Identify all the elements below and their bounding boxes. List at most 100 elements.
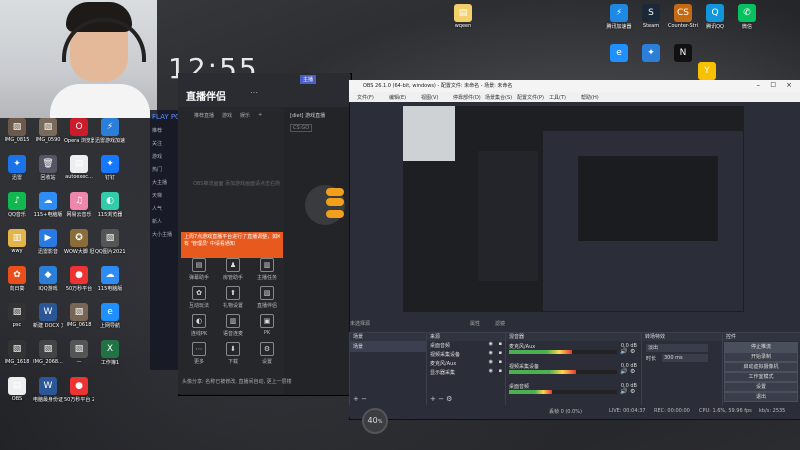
obs-control-button[interactable]: 设置: [724, 382, 798, 392]
desktop-icon[interactable]: ▧ IMG_1618: [2, 340, 32, 365]
side-list-item[interactable]: 大主播: [150, 176, 180, 189]
side-list-item[interactable]: FLAY PG: [150, 110, 180, 124]
source-item[interactable]: 桌面音频 ◉ ▪: [427, 341, 505, 350]
desktop-icon[interactable]: ▤ OBS: [2, 377, 32, 402]
lock-icon[interactable]: ▪: [499, 350, 502, 356]
game-tag[interactable]: CS:GO: [290, 124, 313, 132]
desktop-icon[interactable]: ⚡ 腾讯加速器: [604, 4, 634, 30]
desktop-icon[interactable]: ▧ psc: [2, 303, 32, 328]
obs-menu-item[interactable]: 文件(F): [357, 94, 374, 101]
desktop-icon[interactable]: ▥ wwy: [2, 229, 32, 254]
desktop-icon[interactable]: Q 腾讯QQ: [700, 4, 730, 30]
side-list-item[interactable]: 游戏: [150, 150, 180, 163]
obs-control-button[interactable]: 开始录制: [724, 352, 798, 362]
filters-label[interactable]: 滤镜: [495, 320, 505, 327]
add-source-icon[interactable]: + − ⚙: [430, 395, 452, 403]
desktop-icon[interactable]: ☁ 115电脑版: [95, 266, 125, 292]
side-list-item[interactable]: 大小主播: [150, 228, 180, 241]
desktop-icon[interactable]: ⚡ 迅雷游戏加速: [95, 118, 125, 144]
source-item[interactable]: 麦克风/Aux ◉ ▪: [427, 359, 505, 368]
source-item[interactable]: 显示器采集 ◉ ▪: [427, 368, 505, 377]
eye-icon[interactable]: ◉: [489, 368, 493, 374]
desktop-icon[interactable]: ▶ 迅雷影音: [33, 229, 63, 255]
tool-button[interactable]: ▥ 主播任务: [252, 258, 282, 281]
menu-icon[interactable]: ⋯: [250, 88, 258, 97]
desktop-icon[interactable]: ☁ 115+电脑版: [33, 192, 63, 218]
desktop-icon[interactable]: ▧ IMG_2068...: [33, 340, 63, 365]
eye-icon[interactable]: ◉: [489, 341, 493, 347]
gear-icon[interactable]: ⚙: [630, 388, 635, 395]
desktop-icon[interactable]: W 新建 DOCX 文档: [33, 303, 63, 329]
properties-label[interactable]: 属性: [470, 320, 480, 327]
obs-menu-item[interactable]: 场景集合(S): [485, 94, 512, 101]
lock-icon[interactable]: ▪: [499, 341, 502, 347]
lock-icon[interactable]: ▪: [499, 368, 502, 374]
live-toggle-icon[interactable]: [326, 198, 344, 206]
tool-button[interactable]: ▥ 语音连麦: [218, 314, 248, 337]
desktop-icon[interactable]: X 工作簿1: [95, 340, 125, 366]
tool-button[interactable]: ▤ 弹幕助手: [184, 258, 214, 281]
close-icon[interactable]: ×: [276, 233, 281, 240]
stream-tab[interactable]: 娱乐: [240, 112, 250, 119]
desktop-icon[interactable]: e 上网导航: [95, 303, 125, 329]
obs-control-button[interactable]: 停止推流: [724, 342, 798, 352]
promo-banner[interactable]: 上周7点游戏直播平台进行了直播调整，如有 '管理员' 中请看通知: [181, 232, 283, 258]
eye-icon[interactable]: ◉: [489, 350, 493, 356]
mic-toggle-icon[interactable]: [326, 210, 344, 218]
maximize-icon[interactable]: □: [770, 81, 776, 88]
volume-icon[interactable]: 🔊: [620, 388, 627, 395]
desktop-icon[interactable]: ✦ 迅雷: [2, 155, 32, 181]
desktop-icon[interactable]: ♪ QQ音乐: [2, 192, 32, 218]
tool-button[interactable]: ✿ 互动玩法: [184, 286, 214, 309]
tool-button[interactable]: ⋯ 更多: [184, 342, 214, 365]
tool-button[interactable]: ◐ 连线PK: [184, 314, 214, 337]
stream-tab[interactable]: 游戏: [222, 112, 232, 119]
desktop-icon[interactable]: N: [668, 44, 698, 63]
desktop-icon[interactable]: O Opera 浏览器: [64, 118, 94, 144]
stream-tab[interactable]: +: [258, 112, 262, 119]
volume-icon[interactable]: 🔊: [620, 368, 627, 375]
desktop-icon[interactable]: ◆ IQQ游戏: [33, 266, 63, 292]
record-toggle-icon[interactable]: [326, 188, 344, 196]
side-list-item[interactable]: 新人: [150, 215, 180, 228]
obs-control-button[interactable]: 工作室模式: [724, 372, 798, 382]
eye-icon[interactable]: ◉: [489, 359, 493, 365]
desktop-icon[interactable]: ✪ WOW大脚 坦克: [64, 229, 94, 255]
side-list-item[interactable]: 人气: [150, 202, 180, 215]
obs-menu-item[interactable]: 帮助(H): [581, 94, 599, 101]
desktop-icon[interactable]: ▧ QQ图片20210127: [95, 229, 125, 255]
lock-icon[interactable]: ▪: [499, 359, 502, 365]
desktop-icon[interactable]: ● 50万秒平台: [64, 266, 94, 292]
obs-control-button[interactable]: 启动虚拟摄像机: [724, 362, 798, 372]
side-list-item[interactable]: 天梯: [150, 189, 180, 202]
obs-control-button[interactable]: 退出: [724, 392, 798, 402]
stream-tab[interactable]: 推荐直播: [194, 112, 214, 119]
close-window-icon[interactable]: ×: [786, 81, 792, 89]
desktop-icon[interactable]: ✿ 向日葵: [2, 266, 32, 292]
desktop-icon[interactable]: 🗑 回收站: [33, 155, 63, 181]
desktop-icon[interactable]: ♫ 网易云音乐: [64, 192, 94, 218]
desktop-icon[interactable]: ✦: [636, 44, 666, 63]
desktop-icon[interactable]: ▧ IMG_0815: [2, 118, 32, 143]
minimize-icon[interactable]: –: [757, 81, 761, 89]
obs-menu-item[interactable]: 停靠部件(D): [453, 94, 481, 101]
desktop-icon[interactable]: ✆ 微信: [732, 4, 762, 30]
desktop-icon[interactable]: W 电脑最身份证: [33, 377, 63, 403]
desktop-icon[interactable]: ▧ IMG_0618: [64, 303, 94, 328]
tool-button[interactable]: ▧ 直播伴侣: [252, 286, 282, 309]
source-item[interactable]: 视频采集设备 ◉ ▪: [427, 350, 505, 359]
desktop-icon[interactable]: ◐ 115浏览器: [95, 192, 125, 218]
desktop-icon[interactable]: CSCounter-Strike Global Off...: [668, 4, 698, 29]
add-scene-icon[interactable]: + −: [353, 395, 367, 403]
scene-item[interactable]: 场景: [350, 341, 426, 352]
volume-icon[interactable]: 🔊: [620, 348, 627, 355]
desktop-icon[interactable]: ▧ IMG_0590: [33, 118, 63, 143]
desktop-icon[interactable]: e: [604, 44, 634, 63]
side-list-item[interactable]: 关注: [150, 137, 180, 150]
obs-menu-item[interactable]: 工具(T): [549, 94, 566, 101]
obs-preview[interactable]: [403, 106, 744, 312]
obs-menu-item[interactable]: 视图(V): [421, 94, 438, 101]
tool-button[interactable]: ▣ PK: [252, 314, 282, 336]
desktop-icon[interactable]: S Steam: [636, 4, 666, 29]
duration-input[interactable]: 300 ms: [662, 354, 708, 362]
